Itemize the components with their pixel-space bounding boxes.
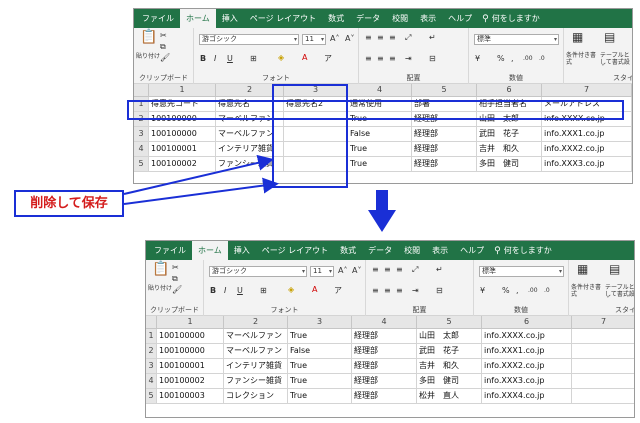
down-arrow-head [368, 210, 396, 232]
annotation-arrows [123, 154, 396, 232]
down-arrow-shaft [376, 190, 388, 212]
arrow-to-column-bottom [123, 177, 279, 205]
arrow-to-column [123, 154, 274, 195]
